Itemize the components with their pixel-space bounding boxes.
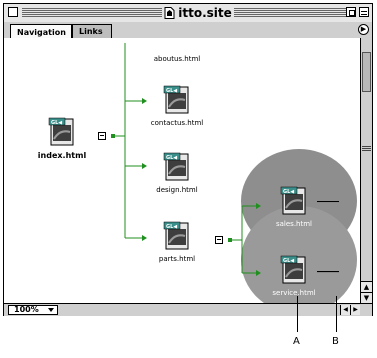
site-node-sales[interactable]: GL◀ sales.html — [249, 186, 339, 228]
tab-navigation-label: Navigation — [17, 27, 66, 37]
site-node-label: sales.html — [275, 220, 312, 228]
tab-links-label: Links — [79, 27, 103, 36]
site-node-label: contactus.html — [150, 119, 204, 127]
title-bar[interactable]: itto.site — [4, 4, 372, 23]
svg-text:GL◀: GL◀ — [283, 258, 294, 264]
tab-links[interactable]: Links — [72, 24, 112, 38]
tab-strip: Navigation Links ▶ — [4, 22, 372, 39]
page-link-indicator — [317, 271, 339, 273]
chevron-down-icon — [48, 308, 54, 312]
html-file-icon: GL◀ — [280, 255, 306, 284]
palette-menu-icon[interactable]: ▶ — [358, 24, 369, 35]
svg-text:GL◀: GL◀ — [166, 88, 177, 94]
scroll-left-arrow-icon[interactable]: ◀ — [340, 305, 350, 315]
callout-label-a: A — [293, 336, 300, 347]
tab-navigation[interactable]: Navigation — [10, 24, 72, 39]
html-file-icon: GL◀ — [163, 152, 189, 181]
site-node-label: parts.html — [158, 255, 196, 263]
scroll-thumb[interactable] — [362, 52, 371, 92]
site-node-label: index.html — [37, 151, 87, 160]
site-node-aboutus[interactable]: aboutus.html — [132, 51, 222, 63]
zoom-popup[interactable]: 100% — [8, 305, 58, 315]
window-title: itto.site — [162, 4, 234, 22]
svg-text:GL◀: GL◀ — [283, 189, 294, 195]
window-split-grip[interactable] — [362, 146, 371, 152]
site-node-design[interactable]: GL◀ design.html — [132, 152, 222, 194]
html-file-icon: GL◀ — [163, 85, 189, 114]
collapse-box[interactable] — [359, 7, 369, 17]
site-file-icon — [164, 7, 175, 19]
site-node-parts[interactable]: GL◀ parts.html — [132, 221, 222, 263]
html-file-icon: GL◀ — [280, 186, 306, 215]
zoom-box[interactable] — [346, 7, 356, 17]
site-node-index[interactable]: GL◀ index.html — [17, 117, 107, 160]
svg-text:GL◀: GL◀ — [51, 120, 62, 126]
scroll-down-arrow-icon[interactable]: ▼ — [361, 292, 372, 303]
close-box[interactable] — [8, 7, 18, 17]
site-node-contactus[interactable]: GL◀ contactus.html — [132, 85, 222, 127]
status-bar: 100% ◀ ▶ — [4, 303, 372, 316]
site-node-label: design.html — [156, 186, 198, 194]
html-file-icon: GL◀ — [163, 221, 189, 250]
site-window: itto.site Navigation Links ▶ GL◀ index.h… — [3, 3, 373, 316]
site-node-service[interactable]: GL◀ service.html — [249, 255, 339, 297]
scroll-up-arrow-icon[interactable]: ▲ — [361, 281, 372, 292]
window-title-text: itto.site — [178, 6, 232, 20]
callout-label-b: B — [332, 336, 339, 347]
html-file-icon: GL◀ — [48, 117, 74, 146]
title-bar-stripes — [22, 8, 162, 17]
zoom-value: 100% — [14, 305, 39, 314]
callout-line-a — [297, 296, 298, 332]
scroll-right-arrow-icon[interactable]: ▶ — [350, 305, 360, 315]
callout-line-b — [336, 296, 337, 332]
site-map-canvas[interactable]: GL◀ index.html aboutus.html GL◀ contactu… — [4, 38, 360, 303]
vertical-scrollbar[interactable]: ▲ ▼ — [360, 38, 372, 303]
site-node-label: aboutus.html — [153, 55, 201, 63]
svg-text:GL◀: GL◀ — [166, 224, 177, 230]
page-link-indicator — [317, 201, 339, 203]
site-node-label: service.html — [272, 289, 316, 297]
title-bar-stripes — [234, 8, 348, 17]
svg-text:GL◀: GL◀ — [166, 155, 177, 161]
